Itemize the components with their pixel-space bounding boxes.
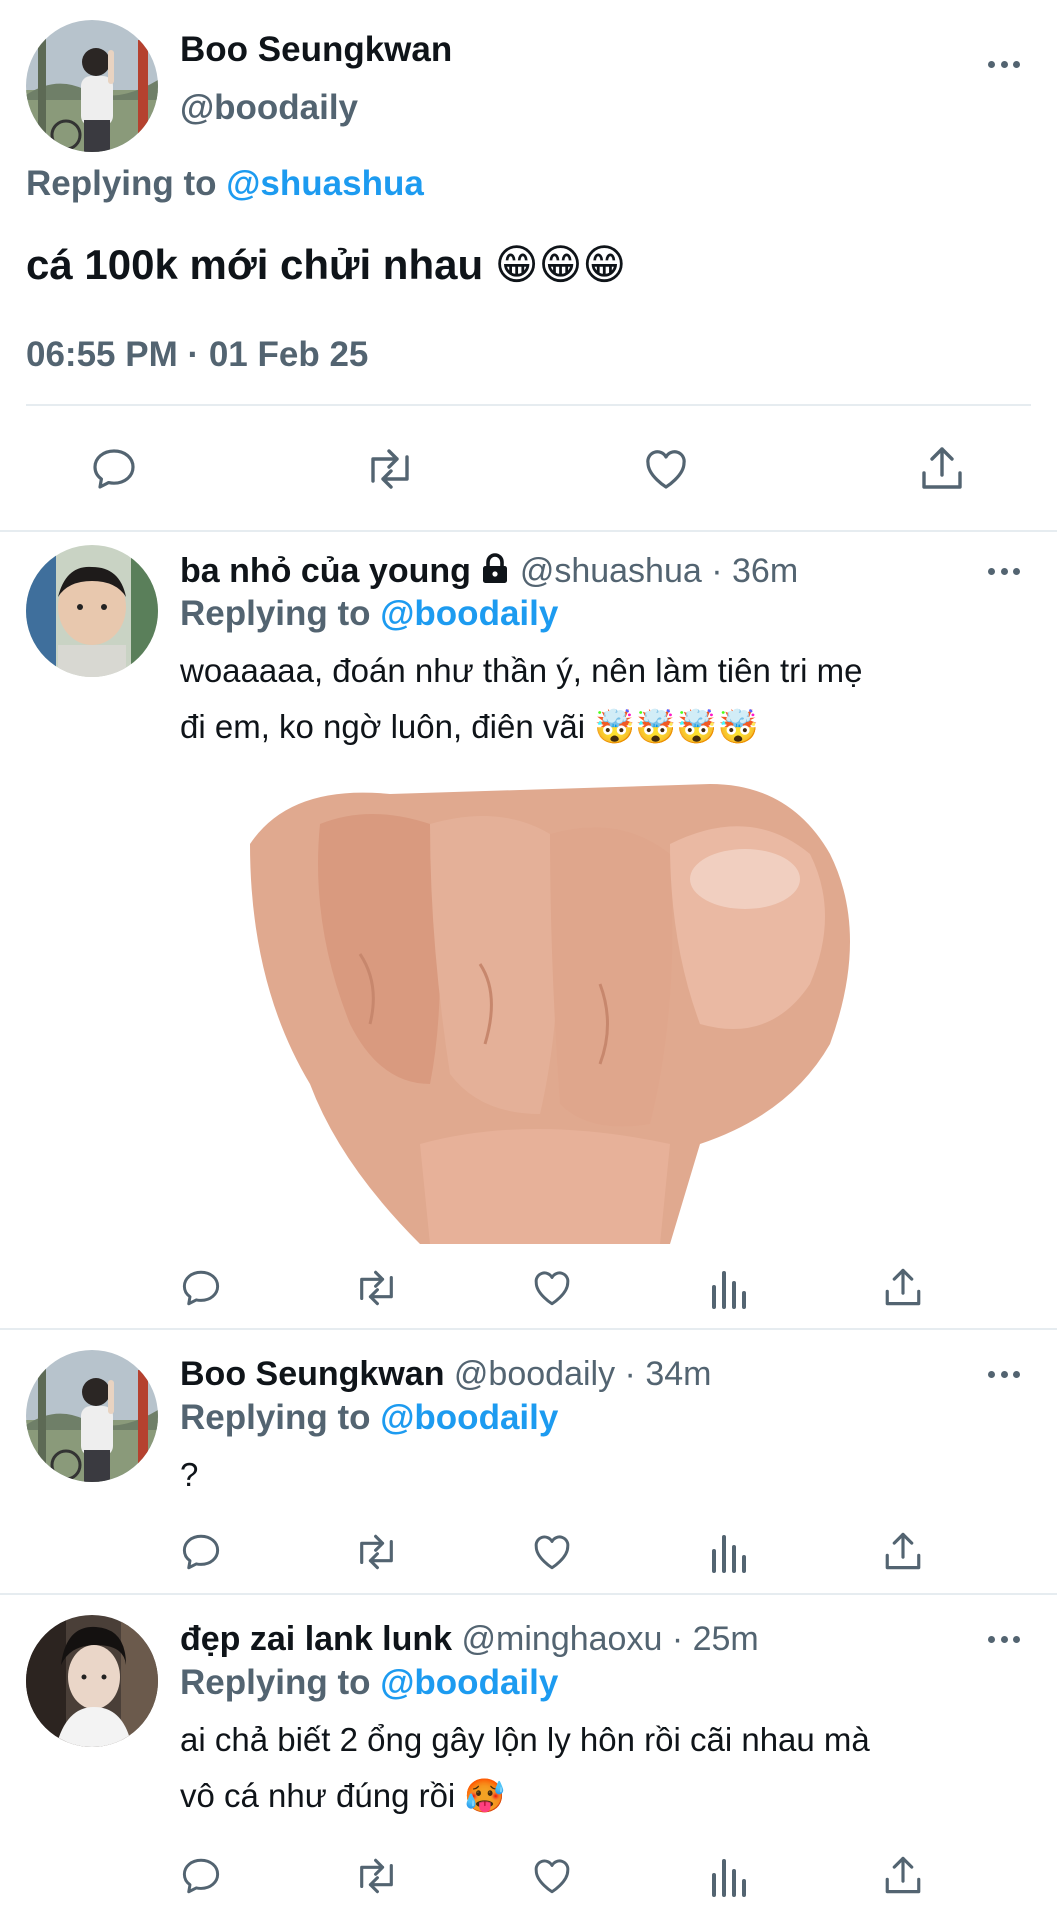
reply-text-line-1: ai chả biết 2 ổng gây lộn ly hôn rồi cãi… [180,1721,870,1758]
share-icon[interactable] [918,443,966,493]
views-icon[interactable] [708,1855,748,1897]
avatar-image [26,20,158,152]
retweet-icon[interactable] [353,1531,400,1573]
reply-text-line-1: ? [180,1456,199,1493]
reply-time[interactable]: · 25m [672,1620,759,1658]
divider [0,1328,1057,1330]
reply-handle[interactable]: @boodaily [454,1355,615,1393]
reply-header: đẹp zai lank lunk @minghaoxu · 25m [180,1620,759,1659]
reply-display-name[interactable]: ba nhỏ của young [180,552,471,590]
avatar-image [26,1615,158,1747]
reply-header: ba nhỏ của young @shuashua · 36m [180,552,798,593]
replying-prefix: Replying to [180,1398,371,1437]
divider [0,530,1057,532]
reply-icon[interactable] [180,1855,222,1897]
avatar-image [26,545,158,677]
share-icon[interactable] [882,1529,924,1573]
reply-handle[interactable]: @shuashua [520,552,702,590]
main-display-name[interactable]: Boo Seungkwan [180,30,452,70]
reply-icon[interactable] [90,445,138,493]
views-icon[interactable] [708,1267,748,1309]
reply-handle[interactable]: @minghaoxu [462,1620,663,1658]
more-icon[interactable] [988,1633,1020,1645]
reply-icon[interactable] [180,1531,222,1573]
replying-to-link[interactable]: @boodaily [380,1398,558,1437]
reply-display-name[interactable]: đẹp zai lank lunk [180,1620,452,1658]
reply-text-line-1: woaaaaa, đoán như thần ý, nên làm tiên t… [180,652,863,689]
avatar[interactable] [26,1350,158,1482]
reply-text-line-2: đi em, ko ngờ luôn, điên vãi 🤯🤯🤯🤯 [180,708,759,745]
retweet-icon[interactable] [353,1267,400,1309]
replying-to-link[interactable]: @shuashua [226,164,424,203]
reply-header: Boo Seungkwan @boodaily · 34m [180,1355,711,1394]
replying-to-link[interactable]: @boodaily [380,1663,558,1702]
divider [26,404,1031,406]
avatar[interactable] [26,545,158,677]
reply-replying-line: Replying to @boodaily [180,1663,558,1703]
divider [0,1593,1057,1595]
avatar[interactable] [26,20,158,152]
like-icon[interactable] [641,445,691,493]
main-replying-line: Replying to @shuashua [26,164,424,204]
share-icon[interactable] [882,1265,924,1309]
avatar-image [26,1350,158,1482]
retweet-icon[interactable] [363,445,417,493]
like-icon[interactable] [530,1531,574,1573]
avatar[interactable] [26,1615,158,1747]
share-icon[interactable] [882,1853,924,1897]
replying-prefix: Replying to [180,1663,371,1702]
reply-icon[interactable] [180,1267,222,1309]
main-timestamp[interactable]: 06:55 PM · 01 Feb 25 [26,335,368,375]
retweet-icon[interactable] [353,1855,400,1897]
reply-time[interactable]: · 34m [625,1355,712,1393]
replying-to-link[interactable]: @boodaily [380,594,558,633]
reply-display-name[interactable]: Boo Seungkwan [180,1355,444,1393]
views-icon[interactable] [708,1531,748,1573]
main-handle[interactable]: @boodaily [180,88,358,128]
replying-prefix: Replying to [26,164,217,203]
more-icon[interactable] [988,58,1020,70]
reply-text-line-2: vô cá như đúng rồi 🥵 [180,1777,506,1814]
reply-replying-line: Replying to @boodaily [180,1398,558,1438]
more-icon[interactable] [988,1368,1020,1380]
like-icon[interactable] [530,1267,574,1309]
pointing-hand-image [230,784,890,1244]
replying-prefix: Replying to [180,594,371,633]
tweet-media-image[interactable] [230,784,890,1244]
main-tweet-text: cá 100k mới chửi nhau 😁😁😁 [26,241,627,288]
like-icon[interactable] [530,1855,574,1897]
lock-icon [480,552,510,593]
more-icon[interactable] [988,565,1020,577]
reply-time[interactable]: · 36m [711,552,798,590]
reply-replying-line: Replying to @boodaily [180,594,558,634]
